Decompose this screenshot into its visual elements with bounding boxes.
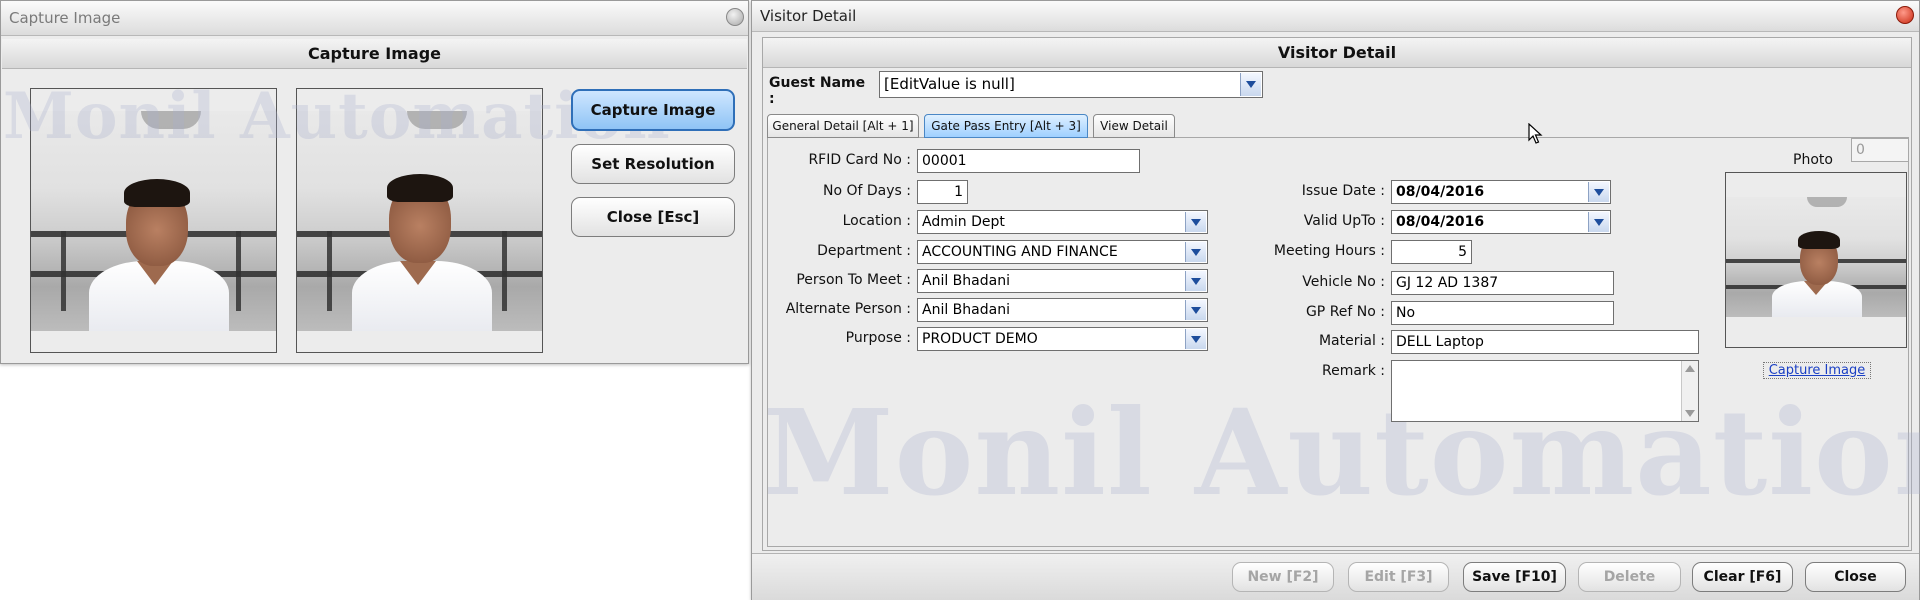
chevron-down-icon[interactable] (1185, 212, 1206, 232)
issue-date-label: Issue Date : (1301, 183, 1385, 199)
visitor-window-titlebar[interactable]: Visitor Detail (752, 1, 1919, 32)
rfid-label: RFID Card No : (808, 152, 911, 168)
camera-preview-left (30, 88, 277, 353)
set-resolution-button[interactable]: Set Resolution (571, 144, 735, 184)
valid-upto-label: Valid UpTo : (1303, 213, 1385, 229)
department-label: Department : (817, 243, 911, 259)
valid-upto-value: 08/04/2016 (1396, 214, 1485, 230)
capture-window-title: Capture Image (9, 9, 121, 27)
chevron-down-icon[interactable] (1185, 242, 1206, 262)
guest-name-dropdown[interactable]: [EditValue is null] (879, 71, 1263, 98)
issue-date-value: 08/04/2016 (1396, 184, 1485, 200)
capture-image-window: Capture Image Capture Image Monil Automa… (0, 0, 749, 364)
tab-general-detail[interactable]: General Detail [Alt + 1] (767, 114, 919, 138)
meeting-hours-label: Meeting Hours : (1273, 243, 1385, 259)
vehicle-no-input[interactable]: GJ 12 AD 1387 (1391, 271, 1614, 295)
camera-preview-right (296, 88, 543, 353)
tab-view-detail[interactable]: View Detail (1093, 114, 1175, 138)
clear-button[interactable]: Clear [F6] (1692, 562, 1793, 592)
chevron-down-icon[interactable] (1185, 329, 1206, 349)
location-dropdown[interactable]: Admin Dept (917, 210, 1208, 234)
visitor-section-header: Visitor Detail (763, 38, 1911, 68)
visitor-window-title: Visitor Detail (760, 7, 857, 25)
new-button[interactable]: New [F2] (1232, 562, 1334, 592)
capture-image-button[interactable]: Capture Image (571, 89, 735, 131)
purpose-dropdown[interactable]: PRODUCT DEMO (917, 327, 1208, 351)
delete-button[interactable]: Delete (1578, 562, 1681, 592)
close-icon[interactable] (726, 8, 744, 26)
issue-date-picker[interactable]: 08/04/2016 (1391, 180, 1611, 204)
chevron-down-icon[interactable] (1240, 73, 1261, 96)
camera-preview-image (297, 111, 542, 331)
chevron-down-icon[interactable] (1185, 300, 1206, 320)
chevron-down-icon[interactable] (1588, 182, 1609, 202)
department-dropdown[interactable]: ACCOUNTING AND FINANCE (917, 240, 1208, 264)
close-esc-button[interactable]: Close [Esc] (571, 197, 735, 237)
days-input[interactable]: 1 (917, 180, 968, 204)
edit-button[interactable]: Edit [F3] (1348, 562, 1449, 592)
person-to-meet-dropdown[interactable]: Anil Bhadani (917, 269, 1208, 293)
tab-strip: General Detail [Alt + 1] Gate Pass Entry… (767, 114, 1909, 138)
location-value: Admin Dept (922, 214, 1005, 230)
guest-name-value: [EditValue is null] (884, 75, 1015, 93)
chevron-down-icon[interactable] (1185, 271, 1206, 291)
scroll-down-icon[interactable] (1685, 410, 1695, 417)
chevron-down-icon[interactable] (1588, 212, 1609, 232)
remark-textarea[interactable] (1391, 360, 1699, 422)
save-button[interactable]: Save [F10] (1463, 562, 1566, 592)
days-label: No Of Days : (823, 183, 911, 199)
visitor-detail-window: Visitor Detail Visitor Detail Monil Auto… (751, 0, 1920, 600)
camera-preview-image (31, 111, 276, 331)
close-icon[interactable] (1896, 6, 1914, 24)
material-label: Material : (1318, 333, 1385, 349)
alternate-person-dropdown[interactable]: Anil Bhadani (917, 298, 1208, 322)
alternate-person-value: Anil Bhadani (922, 302, 1010, 318)
cursor-icon (1528, 123, 1543, 144)
guest-name-label: Guest Name : (769, 75, 866, 107)
gp-ref-label: GP Ref No : (1305, 304, 1385, 320)
rfid-input[interactable]: 00001 (917, 149, 1140, 173)
purpose-value: PRODUCT DEMO (922, 331, 1038, 347)
visitor-photo-image (1726, 197, 1906, 317)
person-to-meet-label: Person To Meet : (796, 272, 911, 288)
remark-scrollbar[interactable] (1681, 361, 1698, 421)
capture-window-titlebar[interactable]: Capture Image (1, 1, 748, 36)
vehicle-no-label: Vehicle No : (1302, 274, 1385, 290)
valid-upto-picker[interactable]: 08/04/2016 (1391, 210, 1611, 234)
alternate-person-label: Alternate Person : (785, 301, 911, 317)
material-input[interactable]: DELL Laptop (1391, 330, 1699, 354)
visitor-photo (1725, 172, 1907, 348)
record-counter-field: 0 (1851, 138, 1909, 162)
capture-image-link[interactable]: Capture Image (1763, 362, 1871, 379)
visitor-panel: Visitor Detail Monil Automation Guest Na… (762, 37, 1920, 551)
capture-section-header: Capture Image (2, 39, 747, 69)
department-value: ACCOUNTING AND FINANCE (922, 244, 1118, 260)
purpose-label: Purpose : (845, 330, 911, 346)
gp-ref-input[interactable]: No (1391, 301, 1614, 325)
location-label: Location : (842, 213, 911, 229)
person-to-meet-value: Anil Bhadani (922, 273, 1010, 289)
tab-gate-pass-entry[interactable]: Gate Pass Entry [Alt + 3] (924, 114, 1088, 138)
remark-label: Remark : (1322, 363, 1385, 379)
meeting-hours-input[interactable]: 5 (1391, 240, 1472, 264)
scroll-up-icon[interactable] (1685, 365, 1695, 372)
close-button[interactable]: Close (1805, 562, 1906, 592)
photo-label: Photo (1793, 152, 1833, 168)
